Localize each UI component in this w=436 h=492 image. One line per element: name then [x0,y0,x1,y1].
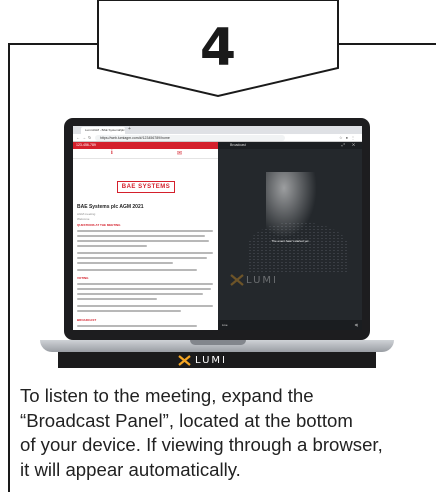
broadcast-heading: BROADCAST [77,318,97,322]
browser-menu-icons[interactable]: ☆●⋮ [339,135,358,140]
company-logo: BAE SYSTEMS [117,181,175,193]
volume-icon[interactable]: ◂) [355,322,358,327]
text-line [77,252,213,254]
browser-nav-icons[interactable]: ←→↻ [76,135,93,140]
text-line [77,230,213,232]
text-line [77,269,197,271]
new-tab-icon[interactable]: + [128,126,131,132]
app-nav: i ✉ [73,149,218,159]
lumi-logo-icon [230,274,244,286]
broadcast-header: Broadcast ⤢ ✕ [218,142,362,149]
laptop-notch [190,340,246,345]
url-text: https://web.lumiagm.com/#/123456789/home [100,136,170,140]
instruction-line: To listen to the meeting, expand the [20,385,314,406]
text-line [77,293,203,295]
browser-tabbar: Lumi AGM - BAE Systems plc × + [73,126,362,134]
info-tab-icon[interactable]: i [111,150,113,156]
text-line [77,283,213,285]
questions-heading: QUESTIONS AT THE MEETING [77,223,121,227]
instruction-text: To listen to the meeting, expand the “Br… [20,384,432,482]
text-line [77,245,147,247]
meeting-id: 123-456-789 [76,143,96,147]
text-line [77,325,197,327]
voting-heading: VOTING [77,276,89,280]
address-bar[interactable]: https://web.lumiagm.com/#/123456789/home [95,135,285,141]
text-line [77,235,205,237]
text-line [77,257,207,259]
app-pane: 123-456-789 i ✉ BAE SYSTEMS BAE Systems … [73,142,218,330]
broadcast-controls: Live ◂) [218,320,362,330]
text-line [77,310,181,312]
welcome-label: Welcome [77,217,90,221]
text-line [77,288,211,290]
browser-urlbar: ←→↻ https://web.lumiagm.com/#/123456789/… [73,134,362,142]
text-line [77,298,157,300]
broadcast-watermark-text: LUMI [246,274,278,286]
meeting-label: AGM meeting [77,212,96,216]
live-label: Live [222,323,228,327]
laptop-screen: Lumi AGM - BAE Systems plc × + ←→↻ https… [73,126,362,330]
broadcast-status: The event hasn't started yet [271,239,309,243]
broadcast-panel: Broadcast ⤢ ✕ The event hasn't started y… [218,142,362,330]
text-line [77,305,213,307]
document-title: BAE Systems plc AGM 2021 [77,204,144,210]
text-line [77,262,173,264]
broadcast-watermark: LUMI [230,274,278,286]
lumi-logo-icon [178,354,191,366]
messaging-tab-icon[interactable]: ✉ [177,150,182,157]
laptop-brand-text: LUMI [195,354,227,366]
tab-close-icon[interactable]: × [119,127,121,132]
broadcast-window-icons[interactable]: ⤢ ✕ [342,142,358,147]
instruction-line: “Broadcast Panel”, located at the bottom [20,409,353,431]
broadcast-title: Broadcast [230,143,246,147]
text-line [77,240,209,242]
browser-tab[interactable]: Lumi AGM - BAE Systems plc × [81,127,125,134]
step-number: 4 [199,18,237,78]
app-header: 123-456-789 [73,142,218,149]
instruction-line: it will appear automatically. [20,458,241,480]
company-logo-text: BAE SYSTEMS [121,184,171,190]
laptop-brand: LUMI [178,353,268,367]
instruction-line: of your device. If viewing through a bro… [20,434,383,455]
